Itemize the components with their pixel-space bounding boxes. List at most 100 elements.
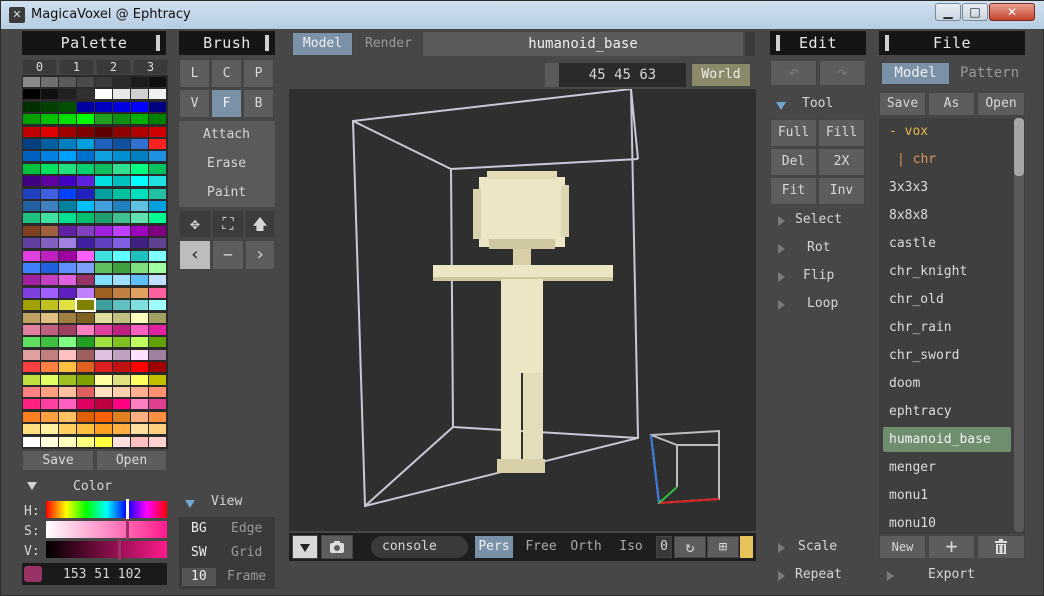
palette-tab-3[interactable]: 3 xyxy=(133,59,168,75)
palette-tab-0[interactable]: 0 xyxy=(22,59,57,75)
palette-swatch[interactable] xyxy=(131,399,148,410)
palette-swatch[interactable] xyxy=(95,139,112,149)
palette-swatch[interactable] xyxy=(41,349,58,360)
palette-swatch[interactable] xyxy=(131,151,148,162)
palette-swatch[interactable] xyxy=(77,201,94,211)
palette-swatch[interactable] xyxy=(149,387,166,397)
palette-swatch[interactable] xyxy=(149,176,166,187)
tool-collapse-icon[interactable] xyxy=(776,99,786,114)
palette-swatch[interactable] xyxy=(95,325,112,335)
palette-swatch[interactable] xyxy=(23,436,40,447)
palette-swatch[interactable] xyxy=(59,114,76,125)
camera-icon[interactable] xyxy=(321,535,353,559)
file-item[interactable]: menger xyxy=(883,455,1011,480)
loop-expand-icon[interactable] xyxy=(778,299,785,314)
palette-swatch[interactable] xyxy=(113,337,130,348)
hue-slider[interactable] xyxy=(46,501,167,518)
palette-swatch[interactable] xyxy=(113,188,130,199)
chevron-right-icon[interactable]: › xyxy=(245,240,275,270)
palette-swatch[interactable] xyxy=(95,163,112,174)
select-region-icon[interactable]: ⛶ xyxy=(212,210,244,238)
camera-mode-iso[interactable]: Iso xyxy=(610,536,652,558)
palette-swatch[interactable] xyxy=(23,263,40,273)
move-icon[interactable]: ✥ xyxy=(179,210,211,238)
file-list-scroll-thumb[interactable] xyxy=(1014,118,1024,176)
scale-section[interactable]: Scale xyxy=(798,539,837,554)
palette-swatch[interactable] xyxy=(149,163,166,174)
palette-swatch[interactable] xyxy=(23,188,40,199)
palette-swatch[interactable] xyxy=(131,238,148,249)
palette-swatch[interactable] xyxy=(149,287,166,298)
palette-swatch[interactable] xyxy=(41,250,58,261)
palette-swatch[interactable] xyxy=(59,436,76,447)
palette-swatch[interactable] xyxy=(113,114,130,125)
palette-swatch[interactable] xyxy=(41,424,58,435)
palette-swatch[interactable] xyxy=(113,77,130,87)
palette-swatch[interactable] xyxy=(131,188,148,199)
palette-swatch[interactable] xyxy=(41,411,58,422)
palette-swatch[interactable] xyxy=(149,238,166,249)
value-slider[interactable] xyxy=(46,541,167,558)
palette-swatch[interactable] xyxy=(149,312,166,323)
palette-swatch[interactable] xyxy=(59,349,76,360)
palette-swatch[interactable] xyxy=(95,337,112,348)
3d-viewport[interactable] xyxy=(289,87,756,531)
select-expand-icon[interactable] xyxy=(778,215,785,230)
palette-swatch[interactable] xyxy=(41,287,58,298)
palette-swatch[interactable] xyxy=(41,399,58,410)
close-button[interactable]: ✕ xyxy=(989,3,1035,21)
palette-swatch[interactable] xyxy=(23,374,40,385)
grid-toggle[interactable]: Grid xyxy=(231,545,262,560)
tool-full-button[interactable]: Full xyxy=(770,119,817,147)
palette-swatch[interactable] xyxy=(77,325,94,335)
palette-swatch[interactable] xyxy=(77,436,94,447)
palette-swatch[interactable] xyxy=(59,287,76,298)
palette-swatch[interactable] xyxy=(23,163,40,174)
palette-swatch[interactable] xyxy=(131,287,148,298)
palette-swatch[interactable] xyxy=(77,176,94,187)
palette-swatch[interactable] xyxy=(77,362,94,373)
palette-swatch[interactable] xyxy=(149,77,166,87)
palette-swatch[interactable] xyxy=(59,213,76,224)
palette-swatch[interactable] xyxy=(95,436,112,447)
palette-swatch[interactable] xyxy=(149,399,166,410)
palette-swatch[interactable] xyxy=(23,325,40,335)
palette-swatch[interactable] xyxy=(23,411,40,422)
palette-swatch[interactable] xyxy=(131,349,148,360)
loop-section[interactable]: Loop xyxy=(807,296,838,311)
palette-swatch[interactable] xyxy=(113,374,130,385)
palette-swatch[interactable] xyxy=(131,114,148,125)
palette-swatch[interactable] xyxy=(95,387,112,397)
frame-toggle[interactable]: Frame xyxy=(227,569,266,584)
light-toggle[interactable] xyxy=(740,536,753,558)
file-item[interactable]: monu10 xyxy=(883,511,1011,536)
palette-swatch[interactable] xyxy=(113,225,130,236)
console-input[interactable]: console xyxy=(371,536,468,558)
tool-inv-button[interactable]: Inv xyxy=(818,177,865,205)
palette-swatch[interactable] xyxy=(149,337,166,348)
chevron-left-icon[interactable]: ‹ xyxy=(179,240,211,270)
flip-section[interactable]: Flip xyxy=(803,268,834,283)
palette-swatch[interactable] xyxy=(59,374,76,385)
palette-swatch[interactable] xyxy=(23,114,40,125)
rot-expand-icon[interactable] xyxy=(778,243,785,258)
palette-swatch[interactable] xyxy=(59,337,76,348)
palette-swatch[interactable] xyxy=(131,337,148,348)
palette-swatch[interactable] xyxy=(131,436,148,447)
palette-swatch[interactable] xyxy=(77,374,94,385)
palette-swatch[interactable] xyxy=(59,250,76,261)
file-item[interactable]: monu1 xyxy=(883,483,1011,508)
palette-swatch[interactable] xyxy=(23,287,40,298)
palette-swatch[interactable] xyxy=(131,213,148,224)
palette-swatch[interactable] xyxy=(59,275,76,286)
palette-swatch[interactable] xyxy=(41,436,58,447)
palette-swatch[interactable] xyxy=(95,114,112,125)
tool-del-button[interactable]: Del xyxy=(770,148,817,176)
palette-swatch[interactable] xyxy=(131,263,148,273)
maximize-button[interactable]: □ xyxy=(962,3,988,21)
palette-swatch[interactable] xyxy=(41,374,58,385)
palette-swatch[interactable] xyxy=(113,176,130,187)
palette-swatch[interactable] xyxy=(23,101,40,112)
file-item[interactable]: castle xyxy=(883,231,1011,256)
undo-icon[interactable]: ↶ xyxy=(770,60,817,86)
